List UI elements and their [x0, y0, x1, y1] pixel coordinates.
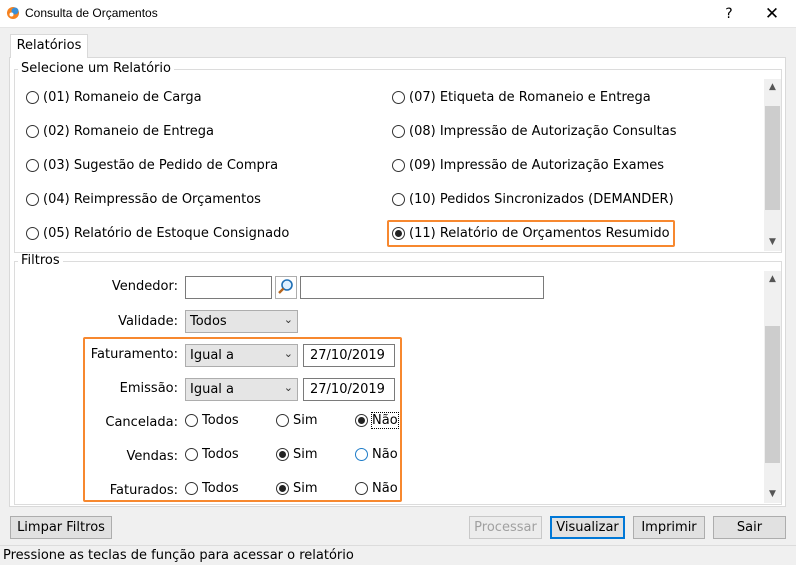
radio-circle [26, 91, 39, 104]
scroll-up-icon[interactable]: ▲ [764, 271, 781, 288]
search-icon [278, 279, 293, 294]
filters-group-title: Filtros [18, 253, 63, 268]
radio-circle [26, 227, 39, 240]
radio-circle [26, 125, 39, 138]
close-button[interactable]: ✕ [760, 3, 784, 25]
reports-group-title: Selecione um Relatório [18, 61, 174, 76]
radio-circle [392, 193, 405, 206]
scroll-down-icon[interactable]: ▼ [764, 486, 781, 503]
validade-select[interactable]: Todos ⌄ [185, 310, 298, 333]
highlight-report-11 [387, 220, 675, 247]
radio-circle [392, 159, 405, 172]
radio-circle [26, 193, 39, 206]
imprimir-button[interactable]: Imprimir [633, 516, 705, 539]
report-option-09[interactable]: (09) Impressão de Autorização Exames [392, 158, 664, 173]
vendedor-label: Vendedor: [111, 279, 178, 294]
scroll-thumb[interactable] [765, 106, 780, 210]
status-bar: Pressione as teclas de função para acess… [0, 545, 796, 565]
vendedor-name-input[interactable] [300, 276, 544, 299]
scroll-down-icon[interactable]: ▼ [764, 234, 781, 251]
vendedor-code-input[interactable] [185, 276, 272, 299]
filters-scrollbar[interactable]: ▲ ▼ [764, 271, 781, 503]
report-option-10[interactable]: (10) Pedidos Sincronizados (DEMANDER) [392, 192, 674, 207]
report-option-02[interactable]: (02) Romaneio de Entrega [26, 124, 214, 139]
processar-button[interactable]: Processar [469, 516, 542, 539]
scroll-thumb[interactable] [765, 326, 780, 463]
radio-circle [392, 125, 405, 138]
report-option-08[interactable]: (08) Impressão de Autorização Consultas [392, 124, 676, 139]
window-title: Consulta de Orçamentos [25, 6, 158, 20]
visualizar-button[interactable]: Visualizar [550, 516, 625, 539]
radio-circle [26, 159, 39, 172]
sair-button[interactable]: Sair [713, 516, 786, 539]
title-bar: Consulta de Orçamentos ? ✕ [0, 0, 796, 28]
report-option-07[interactable]: (07) Etiqueta de Romaneio e Entrega [392, 90, 651, 105]
validade-label: Validade: [118, 314, 178, 329]
highlight-filters [83, 337, 402, 502]
scroll-up-icon[interactable]: ▲ [764, 79, 781, 96]
report-option-04[interactable]: (04) Reimpressão de Orçamentos [26, 192, 261, 207]
chevron-down-icon: ⌄ [283, 313, 293, 326]
app-logo-icon [7, 7, 19, 19]
reports-scrollbar[interactable]: ▲ ▼ [764, 79, 781, 251]
limpar-filtros-button[interactable]: Limpar Filtros [10, 516, 112, 539]
report-option-05[interactable]: (05) Relatório de Estoque Consignado [26, 226, 289, 241]
vendedor-search-button[interactable] [275, 276, 297, 299]
status-text: Pressione as teclas de função para acess… [3, 548, 354, 563]
help-button[interactable]: ? [718, 3, 740, 25]
report-option-01[interactable]: (01) Romaneio de Carga [26, 90, 202, 105]
report-option-03[interactable]: (03) Sugestão de Pedido de Compra [26, 158, 278, 173]
tab-relatorios[interactable]: Relatórios [10, 34, 88, 58]
radio-circle [392, 91, 405, 104]
